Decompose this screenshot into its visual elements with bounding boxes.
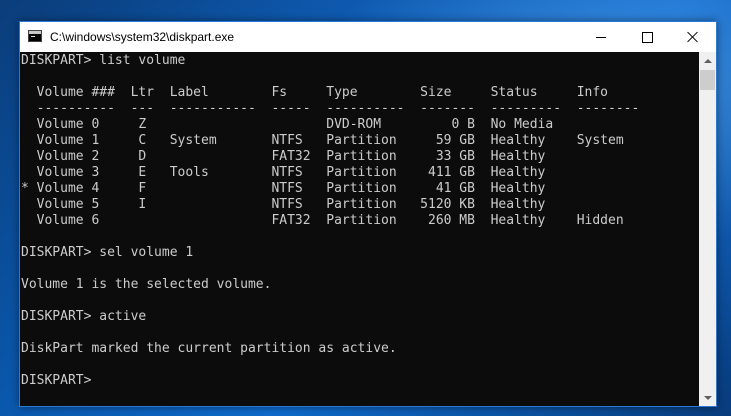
window-title: C:\windows\system32\diskpart.exe <box>50 30 235 44</box>
close-button[interactable] <box>670 22 716 52</box>
minimize-button[interactable] <box>578 22 624 52</box>
console-line-active-msg: DiskPart marked the current partition as… <box>21 341 397 356</box>
minimize-icon <box>596 36 606 38</box>
volume-row-0: Volume 0 Z DVD-ROM 0 B No Media <box>21 117 554 132</box>
volume-table-header: Volume ### Ltr Label Fs Type Size Status… <box>21 85 608 100</box>
volume-row-3: Volume 3 E Tools NTFS Partition 411 GB H… <box>21 165 546 180</box>
arrow-down-icon <box>703 395 712 400</box>
console-line-prompt-list: DISKPART> list volume <box>21 53 186 68</box>
volume-row-2: Volume 2 D FAT32 Partition 33 GB Healthy <box>21 149 546 164</box>
console-app-icon[interactable] <box>28 30 42 42</box>
maximize-icon <box>641 31 653 43</box>
console-output[interactable]: DISKPART> list volume Volume ### Ltr Lab… <box>20 52 699 406</box>
volume-row-6: Volume 6 FAT32 Partition 260 MB Healthy … <box>21 213 624 228</box>
volume-row-4: * Volume 4 F NTFS Partition 41 GB Health… <box>21 181 546 196</box>
volume-row-5: Volume 5 I NTFS Partition 5120 KB Health… <box>21 197 546 212</box>
maximize-button[interactable] <box>624 22 670 52</box>
volume-row-1: Volume 1 C System NTFS Partition 59 GB H… <box>21 133 624 148</box>
console-line-selected-msg: Volume 1 is the selected volume. <box>21 277 272 292</box>
diskpart-window[interactable]: C:\windows\system32\diskpart.exe DISKPAR… <box>19 21 717 407</box>
console-line-prompt-active: DISKPART> active <box>21 309 147 324</box>
arrow-up-icon <box>703 58 712 63</box>
scroll-up-button[interactable] <box>699 52 716 69</box>
title-bar[interactable]: C:\windows\system32\diskpart.exe <box>20 22 716 52</box>
console-line-prompt-sel: DISKPART> sel volume 1 <box>21 245 194 260</box>
close-icon <box>687 31 699 43</box>
console-input-prompt[interactable]: DISKPART> <box>21 373 91 389</box>
scrollbar-thumb[interactable] <box>700 70 715 90</box>
volume-table-separator: ---------- --- ----------- ----- -------… <box>21 101 640 116</box>
vertical-scrollbar[interactable] <box>699 52 716 406</box>
scroll-down-button[interactable] <box>699 389 716 406</box>
